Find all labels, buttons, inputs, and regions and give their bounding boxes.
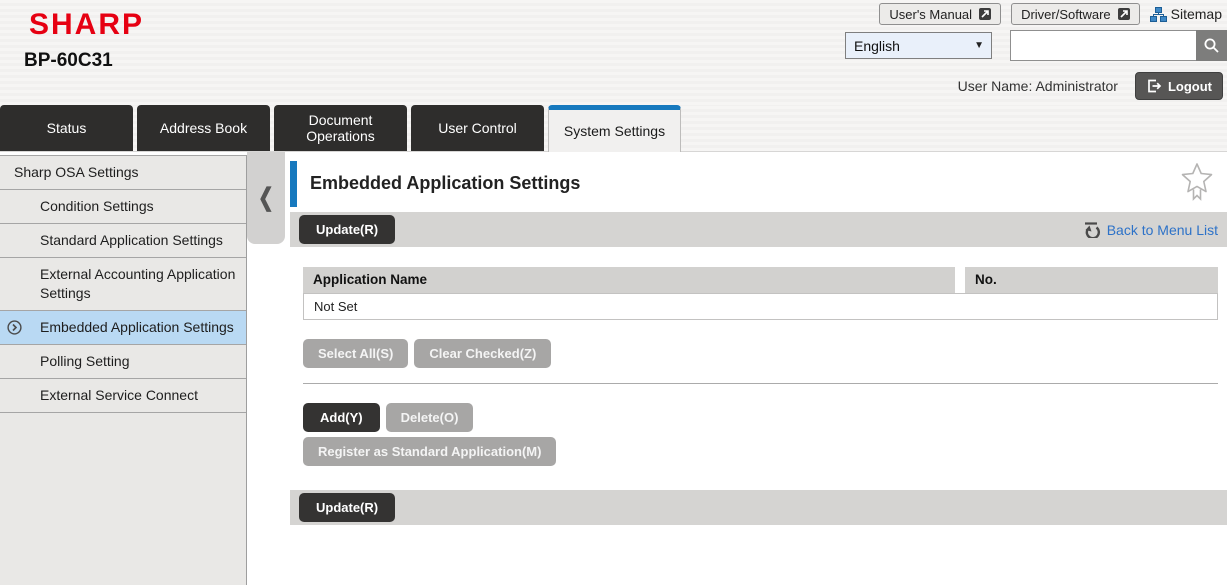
sidebar-item-polling-setting[interactable]: Polling Setting [0,345,246,379]
driver-software-label: Driver/Software [1021,7,1111,22]
favorite-star-icon[interactable] [1180,162,1214,207]
content-area: Application Name No. Not Set Select All(… [290,247,1227,466]
chevron-left-icon: ❮ [258,183,274,213]
logout-icon [1146,78,1162,94]
back-to-menu[interactable]: Back to Menu List [1082,221,1218,238]
tab-system-settings[interactable]: System Settings [548,105,681,152]
external-link-icon [979,8,991,20]
body: Sharp OSA Settings Condition Settings St… [0,152,1227,585]
title-row: Embedded Application Settings [290,160,1227,207]
sidebar-collapse-handle[interactable]: ❮ [247,152,285,244]
add-button[interactable]: Add(Y) [303,403,380,432]
search-input[interactable] [1010,30,1196,61]
sidebar-item-sharp-osa-settings[interactable]: Sharp OSA Settings [0,156,246,190]
sidebar-item-external-accounting-application-settings[interactable]: External Accounting Application Settings [0,258,246,311]
page-title: Embedded Application Settings [310,173,580,194]
register-standard-application-button[interactable]: Register as Standard Application(M) [303,437,556,466]
column-header-no: No. [965,267,1218,293]
tab-user-control[interactable]: User Control [411,105,544,151]
select-all-button[interactable]: Select All(S) [303,339,408,368]
search-icon [1203,37,1220,54]
header-search-row: English ▼ [845,30,1227,61]
divider [303,383,1218,384]
sitemap-label: Sitemap [1171,6,1222,22]
column-header-application-name: Application Name [303,267,955,293]
table-header: Application Name No. [303,267,1218,293]
sitemap-link[interactable]: Sitemap [1150,6,1222,22]
add-delete-row: Add(Y) Delete(O) [303,403,1218,432]
selection-buttons-row: Select All(S) Clear Checked(Z) [303,339,1218,368]
logout-label: Logout [1168,79,1212,94]
language-select[interactable]: English [845,32,992,59]
title-accent-bar [290,161,297,207]
sidebar-item-embedded-application-settings[interactable]: Embedded Application Settings [0,311,246,345]
sidebar-item-label: Embedded Application Settings [40,319,234,335]
search-button[interactable] [1196,30,1227,61]
tab-address-book[interactable]: Address Book [137,105,270,151]
sidebar-item-condition-settings[interactable]: Condition Settings [0,190,246,224]
external-link-icon [1118,8,1130,20]
circle-arrow-icon [7,320,22,340]
header-links-row: User's Manual Driver/Software Sitema [879,3,1222,25]
clear-checked-button[interactable]: Clear Checked(Z) [414,339,551,368]
driver-software-button[interactable]: Driver/Software [1011,3,1140,25]
tab-status[interactable]: Status [0,105,133,151]
sidebar: Sharp OSA Settings Condition Settings St… [0,155,247,585]
logout-button[interactable]: Logout [1135,72,1223,100]
register-row: Register as Standard Application(M) [303,437,1218,466]
sitemap-icon [1150,7,1167,22]
tab-document-operations[interactable]: Document Operations [274,105,407,151]
header: SHARP BP-60C31 User's Manual Driver/Soft… [0,0,1227,105]
back-to-menu-link[interactable]: Back to Menu List [1107,222,1218,238]
users-manual-label: User's Manual [889,7,972,22]
language-select-wrap: English ▼ [845,32,992,59]
table-row-not-set: Not Set [303,293,1218,320]
top-toolbar: Update(R) Back to Menu List [290,212,1227,247]
update-button-bottom[interactable]: Update(R) [299,493,395,522]
sharp-logo: SHARP [29,8,144,42]
model-number: BP-60C31 [24,50,113,72]
header-user-row: User Name: Administrator Logout [958,72,1223,100]
back-to-menu-icon [1082,221,1101,238]
update-button-top[interactable]: Update(R) [299,215,395,244]
page: SHARP BP-60C31 User's Manual Driver/Soft… [0,0,1227,585]
delete-button[interactable]: Delete(O) [386,403,474,432]
user-name-text: User Name: Administrator [958,78,1118,94]
bottom-toolbar: Update(R) [290,490,1227,525]
sidebar-item-external-service-connect[interactable]: External Service Connect [0,379,246,413]
tab-bar: Status Address Book Document Operations … [0,105,1227,152]
sidebar-item-standard-application-settings[interactable]: Standard Application Settings [0,224,246,258]
main-content: Embedded Application Settings Update(R) [290,152,1227,585]
users-manual-button[interactable]: User's Manual [879,3,1001,25]
